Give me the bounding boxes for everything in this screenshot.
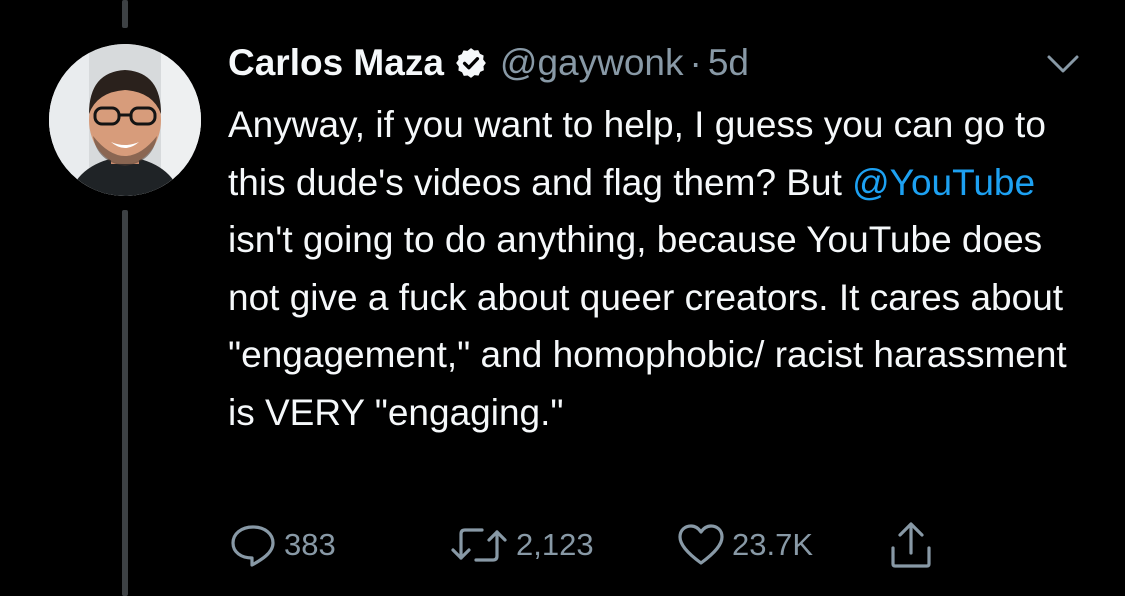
tweet-text: Anyway, if you want to help, I guess you… (228, 96, 1098, 441)
avatar-photo (49, 44, 201, 196)
mention-link[interactable]: @YouTube (852, 162, 1035, 203)
reply-icon (231, 525, 275, 567)
tweet-text-part2: isn't going to do anything, because YouT… (228, 219, 1067, 433)
tweet-header: Carlos Maza @gaywonk · 5d (228, 38, 749, 88)
retweet-icon (451, 528, 507, 562)
chevron-down-icon[interactable] (1046, 52, 1080, 76)
verified-badge-icon (456, 48, 486, 78)
thread-line-top (122, 0, 128, 28)
separator-dot: · (689, 42, 702, 83)
thread-line-bottom (122, 210, 128, 596)
retweet-button[interactable]: 2,123 (448, 520, 594, 570)
retweet-count: 2,123 (516, 527, 594, 562)
reply-count: 383 (284, 527, 336, 562)
share-icon (891, 522, 931, 568)
like-count: 23.7K (732, 527, 814, 562)
author-name[interactable]: Carlos Maza (228, 42, 444, 84)
avatar[interactable] (49, 44, 201, 196)
tweet-timestamp[interactable]: 5d (708, 42, 749, 84)
like-button[interactable]: 23.7K (676, 520, 813, 570)
reply-button[interactable]: 383 (228, 520, 336, 570)
author-handle[interactable]: @gaywonk (500, 42, 684, 84)
share-button[interactable] (888, 520, 934, 570)
heart-icon (678, 524, 724, 565)
